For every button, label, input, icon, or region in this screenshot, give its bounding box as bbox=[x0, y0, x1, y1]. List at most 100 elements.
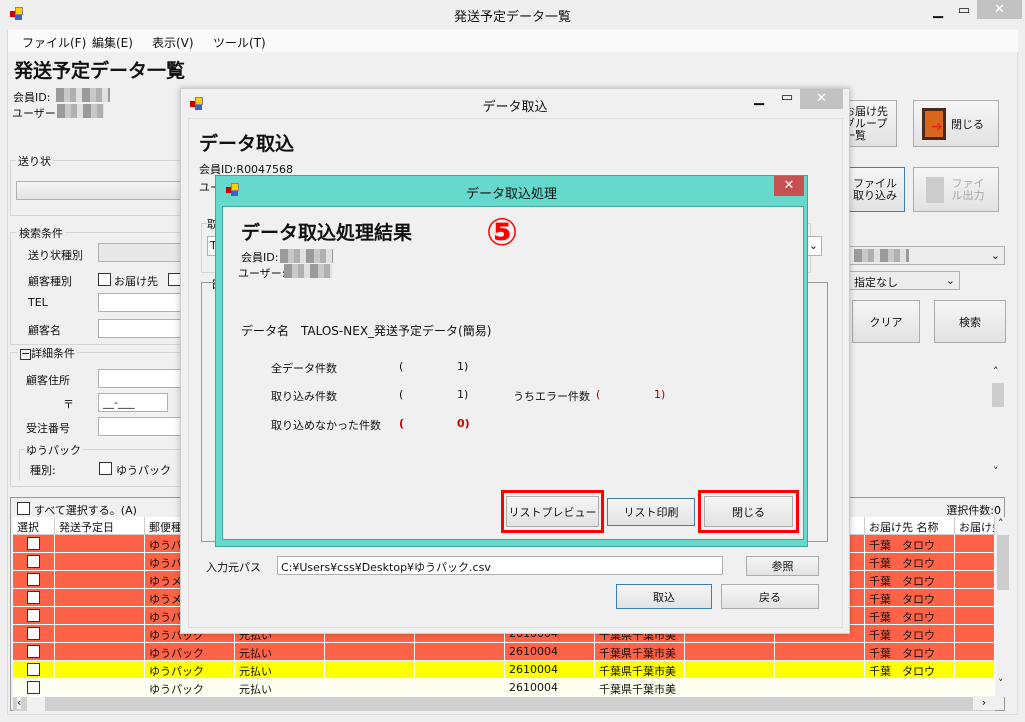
list-print-button[interactable]: リスト印刷 bbox=[607, 498, 695, 526]
result-close-button[interactable]: 閉じる bbox=[704, 496, 793, 527]
row-checkbox[interactable] bbox=[27, 663, 40, 676]
table-cell: 千葉県千葉市美 bbox=[595, 643, 685, 661]
row-select-cell bbox=[13, 535, 55, 553]
clear-button[interactable]: クリア bbox=[852, 300, 920, 343]
imported-open: ( bbox=[399, 388, 404, 401]
minimize-button[interactable]: ▁ bbox=[928, 4, 948, 19]
maximize-button[interactable]: ▭ bbox=[777, 90, 797, 105]
order-no-label: 受注番号 bbox=[26, 422, 70, 435]
invoice-type-select[interactable] bbox=[98, 243, 188, 262]
import-dialog-close-button[interactable]: ✕ bbox=[800, 89, 843, 109]
tel-label: TEL bbox=[28, 296, 48, 309]
table-cell bbox=[865, 679, 955, 697]
table-cell bbox=[955, 535, 995, 553]
table-row[interactable]: ゆうパック元払い 2610004千葉県千葉市美 千葉 タロウ bbox=[13, 661, 995, 679]
table-cell bbox=[325, 643, 415, 661]
page-title: 発送予定データ一覧 bbox=[14, 60, 186, 82]
member-id-redacted bbox=[56, 88, 110, 102]
row-select-cell bbox=[13, 553, 55, 571]
table-cell: 千葉 タロウ bbox=[865, 553, 955, 571]
chevron-down-icon: ⌄ bbox=[945, 274, 955, 287]
row-select-cell bbox=[13, 607, 55, 625]
row-checkbox[interactable] bbox=[27, 555, 40, 568]
row-select-cell bbox=[13, 625, 55, 643]
path-input[interactable]: C:¥Users¥css¥Desktop¥ゆうパック.csv bbox=[277, 556, 723, 575]
table-cell bbox=[55, 589, 145, 607]
postal-mark: 〒 bbox=[63, 398, 74, 411]
customer-type-checkbox[interactable] bbox=[98, 273, 111, 286]
table-row[interactable]: ゆうパック元払い 2610004千葉県千葉市美 千葉 タロウ bbox=[13, 643, 995, 661]
member-id-redacted bbox=[280, 249, 333, 263]
table-cell: 千葉県千葉市美 bbox=[595, 661, 685, 679]
total-open: ( bbox=[399, 360, 404, 373]
filter-select-1[interactable]: ⌄ bbox=[849, 246, 1005, 265]
postal-input[interactable]: __-___ bbox=[98, 393, 168, 412]
column-header[interactable]: お届け先 bbox=[955, 517, 995, 535]
row-checkbox[interactable] bbox=[27, 609, 40, 622]
table-cell bbox=[325, 661, 415, 679]
table-cell bbox=[685, 661, 775, 679]
row-checkbox[interactable] bbox=[27, 627, 40, 640]
step-marker: ⑤ bbox=[486, 210, 519, 254]
address-input[interactable] bbox=[98, 369, 188, 388]
maximize-button[interactable]: ▭ bbox=[954, 3, 974, 18]
chevron-down-icon: ⌄ bbox=[808, 239, 818, 252]
back-button[interactable]: 戻る bbox=[721, 584, 819, 609]
customer-name-label: 顧客名 bbox=[28, 324, 61, 337]
close-window-button[interactable]: ✕ bbox=[977, 0, 1022, 19]
column-header[interactable]: 発送予定日 bbox=[55, 517, 145, 535]
collapse-icon[interactable]: − bbox=[20, 348, 31, 360]
minimize-button[interactable]: ▁ bbox=[749, 91, 769, 106]
row-checkbox[interactable] bbox=[27, 591, 40, 604]
table-cell bbox=[955, 625, 995, 643]
customer-type-label: 顧客種別 bbox=[28, 275, 72, 288]
menu-view[interactable]: 表示(V) bbox=[152, 34, 194, 51]
result-dialog-close-button[interactable]: ✕ bbox=[774, 176, 804, 196]
table-cell bbox=[55, 535, 145, 553]
grid-vertical-scrollbar[interactable]: ˄ ˅ bbox=[995, 517, 1011, 697]
row-select-cell bbox=[13, 679, 55, 697]
column-header[interactable]: お届け先 名称 bbox=[865, 517, 955, 535]
search-button[interactable]: 検索 bbox=[934, 300, 1006, 343]
table-cell: ゆうパック bbox=[145, 679, 235, 697]
file-export-icon bbox=[926, 176, 944, 203]
grid-horizontal-scrollbar[interactable]: ‹ › bbox=[13, 696, 995, 711]
detail-group-label: 詳細条件 bbox=[31, 347, 75, 360]
menu-file[interactable]: ファイル(F) bbox=[22, 34, 86, 51]
error-open: ( bbox=[596, 388, 601, 401]
exit-door-icon: ➜ bbox=[922, 107, 946, 140]
row-checkbox[interactable] bbox=[27, 645, 40, 658]
total-value: 1) bbox=[457, 360, 469, 373]
table-cell bbox=[955, 589, 995, 607]
column-header[interactable]: 選択 bbox=[13, 517, 55, 535]
row-checkbox[interactable] bbox=[27, 681, 40, 694]
detail-group-toggle[interactable]: −詳細条件 bbox=[18, 345, 77, 361]
list-preview-button[interactable]: リストプレビュー bbox=[506, 496, 599, 527]
table-cell bbox=[55, 643, 145, 661]
order-no-input[interactable] bbox=[98, 417, 188, 436]
table-cell: 元払い bbox=[235, 679, 325, 697]
table-cell bbox=[415, 679, 505, 697]
table-cell bbox=[685, 643, 775, 661]
invoice-select[interactable] bbox=[16, 181, 186, 200]
table-cell: 千葉 タロウ bbox=[865, 625, 955, 643]
browse-button[interactable]: 参照 bbox=[746, 556, 819, 576]
customer-name-input[interactable] bbox=[98, 319, 188, 338]
menu-edit[interactable]: 編集(E) bbox=[92, 34, 133, 51]
conditions-scrollbar[interactable]: ˄ ˅ bbox=[990, 365, 1006, 483]
tel-input[interactable] bbox=[98, 293, 188, 312]
total-label: 全データ件数 bbox=[271, 362, 337, 375]
select-all-checkbox[interactable] bbox=[17, 502, 30, 515]
table-row[interactable]: ゆうパック 元払い 2610004 千葉県千葉市美 bbox=[13, 679, 995, 697]
import-button[interactable]: 取込 bbox=[616, 584, 712, 609]
file-export-button[interactable]: ファイル出力 bbox=[913, 167, 999, 212]
table-cell: 元払い bbox=[235, 661, 325, 679]
table-cell: 2610004 bbox=[505, 679, 595, 697]
row-checkbox[interactable] bbox=[27, 537, 40, 550]
yupack-checkbox[interactable] bbox=[99, 462, 112, 475]
close-main-button[interactable]: ➜ 閉じる bbox=[913, 100, 999, 147]
row-checkbox[interactable] bbox=[27, 573, 40, 586]
menu-tools[interactable]: ツール(T) bbox=[213, 34, 266, 51]
table-cell: 千葉 タロウ bbox=[865, 535, 955, 553]
filter-select-2[interactable]: 指定なし ⌄ bbox=[849, 271, 960, 290]
